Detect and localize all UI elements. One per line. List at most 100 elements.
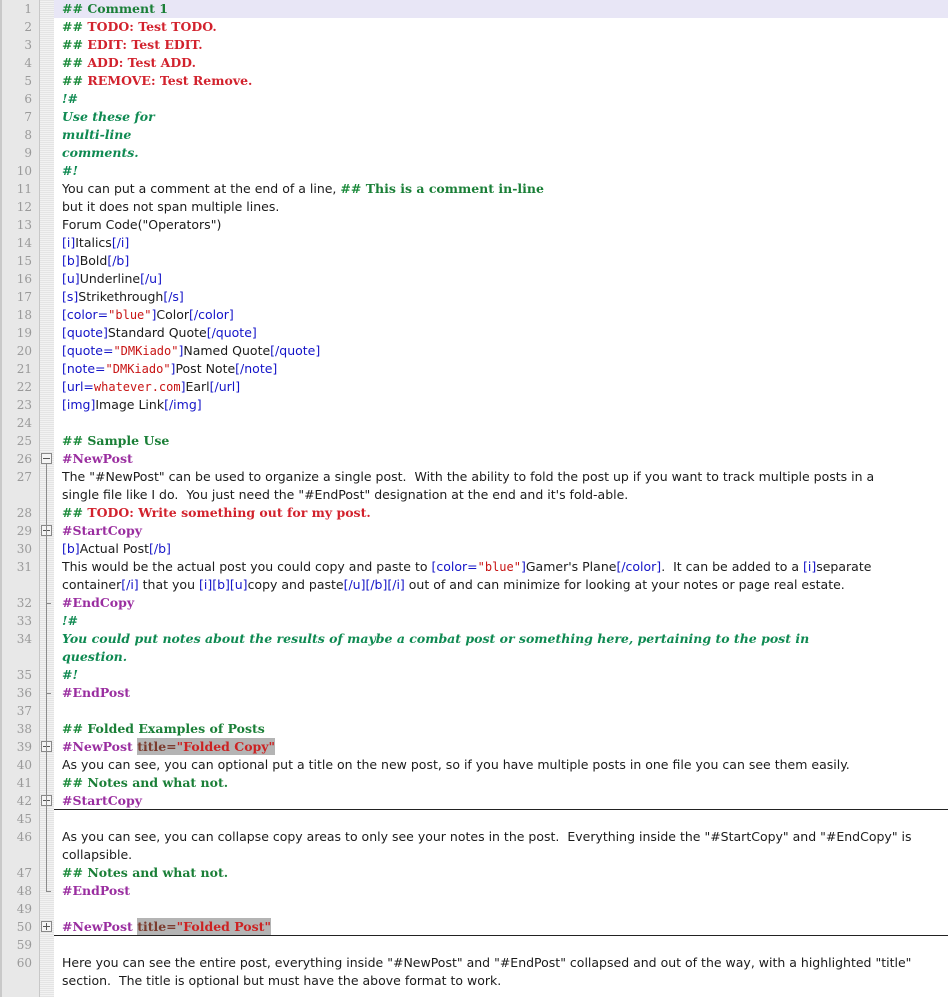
line-number: 16 (0, 270, 39, 288)
line-number: 38 (0, 720, 39, 738)
code-token: [/u][/b][/i] (344, 577, 405, 592)
code-line[interactable]: #EndPost (54, 684, 948, 702)
fold-gutter-row (40, 162, 54, 180)
code-text-area[interactable]: ## Comment 1## TODO: Test TODO.## EDIT: … (54, 0, 948, 997)
code-line-continuation[interactable]: section. The title is optional but must … (54, 972, 948, 990)
code-line[interactable]: This would be the actual post you could … (54, 558, 948, 576)
line-number: 20 (0, 342, 39, 360)
fold-collapse-icon[interactable] (41, 453, 52, 464)
code-token: ## (62, 433, 87, 448)
code-line[interactable] (54, 414, 948, 432)
line-number: 45 (0, 810, 39, 828)
line-number-gutter: 1234567891011121314151617181920212223242… (0, 0, 40, 997)
code-line-continuation[interactable]: container[/i] that you [i][b][u]copy and… (54, 576, 948, 594)
code-line[interactable]: [color="blue"]Color[/color] (54, 306, 948, 324)
fold-gutter-row (40, 576, 54, 594)
line-number: 17 (0, 288, 39, 306)
line-number: 19 (0, 324, 39, 342)
code-line[interactable]: As you can see, you can collapse copy ar… (54, 828, 948, 846)
code-line[interactable]: [quote="DMKiado"]Named Quote[/quote] (54, 342, 948, 360)
code-line[interactable]: You can put a comment at the end of a li… (54, 180, 948, 198)
code-token: Underline (80, 271, 140, 286)
fold-gutter-row (40, 720, 54, 738)
line-number: 46 (0, 828, 39, 846)
code-token: EDIT: Test EDIT. (87, 37, 202, 52)
code-token: The "#NewPost" can be used to organize a… (62, 469, 874, 484)
fold-gutter-row (40, 216, 54, 234)
code-line[interactable]: ## Folded Examples of Posts (54, 720, 948, 738)
fold-gutter-row (40, 54, 54, 72)
code-line[interactable]: ## Notes and what not. (54, 864, 948, 882)
code-line[interactable]: ## ADD: Test ADD. (54, 54, 948, 72)
code-line[interactable]: As you can see, you can optional put a t… (54, 756, 948, 774)
code-line-continuation[interactable]: question. (54, 648, 948, 666)
code-line[interactable]: Here you can see the entire post, everyt… (54, 954, 948, 972)
code-line[interactable] (54, 810, 948, 828)
code-line[interactable]: [img]Image Link[/img] (54, 396, 948, 414)
code-line[interactable]: [note="DMKiado"]Post Note[/note] (54, 360, 948, 378)
code-line[interactable]: [b]Bold[/b] (54, 252, 948, 270)
line-number: 12 (0, 198, 39, 216)
code-line[interactable]: You could put notes about the results of… (54, 630, 948, 648)
code-token: As you can see, you can collapse copy ar… (62, 829, 912, 844)
code-token: This would be the actual post you could … (62, 559, 431, 574)
code-line[interactable]: [i]Italics[/i] (54, 234, 948, 252)
code-line[interactable]: #! (54, 162, 948, 180)
fold-gutter-row (40, 648, 54, 666)
code-token: Actual Post (80, 541, 149, 556)
line-number: 13 (0, 216, 39, 234)
code-line[interactable]: [b]Actual Post[/b] (54, 540, 948, 558)
code-line[interactable]: The "#NewPost" can be used to organize a… (54, 468, 948, 486)
line-number: 2 (0, 18, 39, 36)
code-line[interactable]: Forum Code("Operators") (54, 216, 948, 234)
code-line[interactable]: ## Comment 1 (54, 0, 948, 18)
code-line[interactable]: ## TODO: Write something out for my post… (54, 504, 948, 522)
code-line[interactable]: [u]Underline[/u] (54, 270, 948, 288)
code-line[interactable]: but it does not span multiple lines. (54, 198, 948, 216)
line-number-continuation: . (0, 972, 39, 990)
fold-gutter-row (40, 486, 54, 504)
line-number: 25 (0, 432, 39, 450)
code-line[interactable]: !# (54, 90, 948, 108)
code-token: "blue" (478, 560, 521, 574)
code-line[interactable]: comments. (54, 144, 948, 162)
line-number: 21 (0, 360, 39, 378)
code-line[interactable]: #NewPost title="Folded Post" (54, 918, 948, 936)
code-line-continuation[interactable]: single file like I do. You just need the… (54, 486, 948, 504)
code-line[interactable]: #StartCopy (54, 792, 948, 810)
code-token: You could put notes about the results of… (62, 631, 809, 646)
code-line[interactable]: #EndPost (54, 882, 948, 900)
code-line[interactable]: ## REMOVE: Test Remove. (54, 72, 948, 90)
code-line[interactable]: [url=whatever.com]Earl[/url] (54, 378, 948, 396)
code-line[interactable]: #! (54, 666, 948, 684)
code-line[interactable] (54, 900, 948, 918)
code-line[interactable]: ## TODO: Test TODO. (54, 18, 948, 36)
fold-expand-icon[interactable] (41, 921, 52, 932)
line-number: 24 (0, 414, 39, 432)
code-line[interactable]: [s]Strikethrough[/s] (54, 288, 948, 306)
code-line[interactable]: ## Sample Use (54, 432, 948, 450)
line-number: 8 (0, 126, 39, 144)
code-line[interactable]: #StartCopy (54, 522, 948, 540)
line-number: 35 (0, 666, 39, 684)
code-editor[interactable]: 1234567891011121314151617181920212223242… (0, 0, 948, 997)
code-folding-gutter[interactable] (40, 0, 54, 997)
code-line[interactable]: #EndCopy (54, 594, 948, 612)
code-token: question. (62, 649, 127, 664)
fold-gutter-row (40, 90, 54, 108)
code-line-continuation[interactable]: collapsible. (54, 846, 948, 864)
code-line[interactable]: #NewPost (54, 450, 948, 468)
code-line[interactable]: [quote]Standard Quote[/quote] (54, 324, 948, 342)
code-token: separate (816, 559, 871, 574)
code-line[interactable]: Use these for (54, 108, 948, 126)
fold-gutter-row (40, 666, 54, 684)
code-line[interactable]: ## EDIT: Test EDIT. (54, 36, 948, 54)
code-line[interactable]: !# (54, 612, 948, 630)
line-number: 50 (0, 918, 39, 936)
code-line[interactable]: ## Notes and what not. (54, 774, 948, 792)
line-number: 9 (0, 144, 39, 162)
code-line[interactable]: #NewPost title="Folded Copy" (54, 738, 948, 756)
code-line[interactable]: multi-line (54, 126, 948, 144)
code-line[interactable] (54, 936, 948, 954)
code-line[interactable] (54, 702, 948, 720)
